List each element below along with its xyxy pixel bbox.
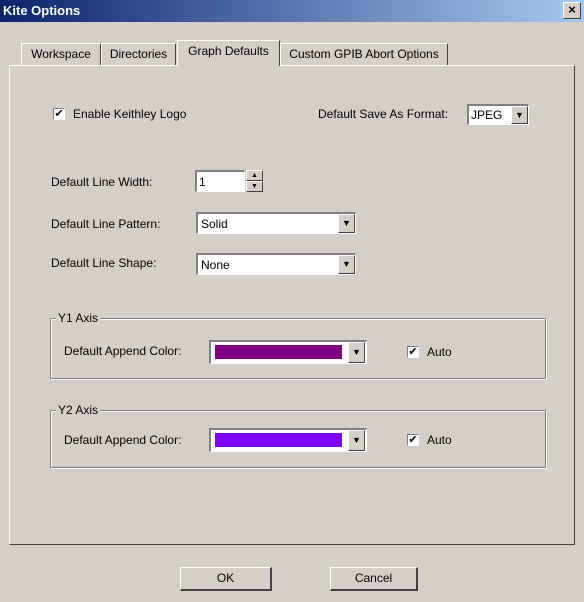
y1-auto-label: Auto: [427, 345, 452, 359]
line-pattern-value: Solid: [201, 217, 228, 231]
check-icon: ✔: [54, 108, 64, 120]
y2-auto-checkbox[interactable]: ✔: [407, 434, 419, 446]
dropdown-arrow-icon[interactable]: ▼: [511, 106, 528, 124]
dropdown-arrow-icon[interactable]: ▼: [338, 255, 355, 274]
tab-panel: [9, 65, 575, 545]
line-width-value: 1: [199, 175, 206, 189]
enable-logo-label: Enable Keithley Logo: [73, 107, 187, 121]
spin-up-icon[interactable]: ▲: [246, 170, 263, 181]
tab-label: Custom GPIB Abort Options: [289, 47, 439, 61]
tab-label: Workspace: [31, 47, 91, 61]
dropdown-arrow-icon[interactable]: ▼: [338, 214, 355, 233]
cancel-button-label: Cancel: [354, 571, 393, 585]
close-button[interactable]: ×: [563, 2, 581, 19]
ok-button-label: OK: [216, 571, 235, 585]
cancel-button[interactable]: Cancel: [330, 567, 418, 591]
y1-append-color-label: Default Append Color:: [64, 344, 182, 358]
title-bar[interactable]: Kite Options ×: [0, 0, 584, 22]
y1-auto-checkbox[interactable]: ✔: [407, 346, 419, 358]
tab-label: Directories: [109, 47, 168, 61]
save-format-value: JPEG: [471, 108, 503, 122]
dropdown-arrow-icon[interactable]: ▼: [348, 342, 365, 363]
window-title: Kite Options: [3, 3, 81, 18]
line-width-label: Default Line Width:: [51, 175, 153, 189]
y1-color-swatch: [215, 345, 342, 359]
ok-button[interactable]: OK: [180, 567, 272, 591]
save-format-select[interactable]: JPEG ▼: [467, 104, 529, 125]
y2-axis-group-label: Y2 Axis: [56, 403, 101, 417]
line-shape-value: None: [201, 258, 230, 272]
tab-custom-gpib-abort-options[interactable]: Custom GPIB Abort Options: [280, 43, 448, 65]
line-shape-label: Default Line Shape:: [51, 256, 157, 270]
tab-label: Graph Defaults: [188, 44, 269, 58]
save-format-label: Default Save As Format:: [318, 107, 449, 121]
line-pattern-select[interactable]: Solid ▼: [196, 212, 356, 234]
dropdown-arrow-icon[interactable]: ▼: [348, 430, 365, 451]
y1-axis-group-label: Y1 Axis: [56, 311, 101, 325]
close-icon: ×: [568, 2, 576, 17]
tab-directories[interactable]: Directories: [101, 43, 176, 65]
y2-auto-label: Auto: [427, 433, 452, 447]
line-shape-select[interactable]: None ▼: [196, 253, 356, 275]
line-width-spinner[interactable]: 1: [195, 170, 245, 192]
enable-logo-checkbox[interactable]: ✔: [53, 108, 65, 120]
check-icon: ✔: [408, 346, 418, 358]
y2-append-color-select[interactable]: ▼: [209, 428, 367, 452]
tab-graph-defaults[interactable]: Graph Defaults: [177, 40, 280, 66]
check-icon: ✔: [408, 434, 418, 446]
y2-color-swatch: [215, 433, 342, 447]
tab-workspace[interactable]: Workspace: [21, 43, 101, 65]
y2-append-color-label: Default Append Color:: [64, 433, 182, 447]
line-pattern-label: Default Line Pattern:: [51, 217, 161, 231]
y1-append-color-select[interactable]: ▼: [209, 340, 367, 364]
spin-down-icon[interactable]: ▼: [246, 181, 263, 192]
